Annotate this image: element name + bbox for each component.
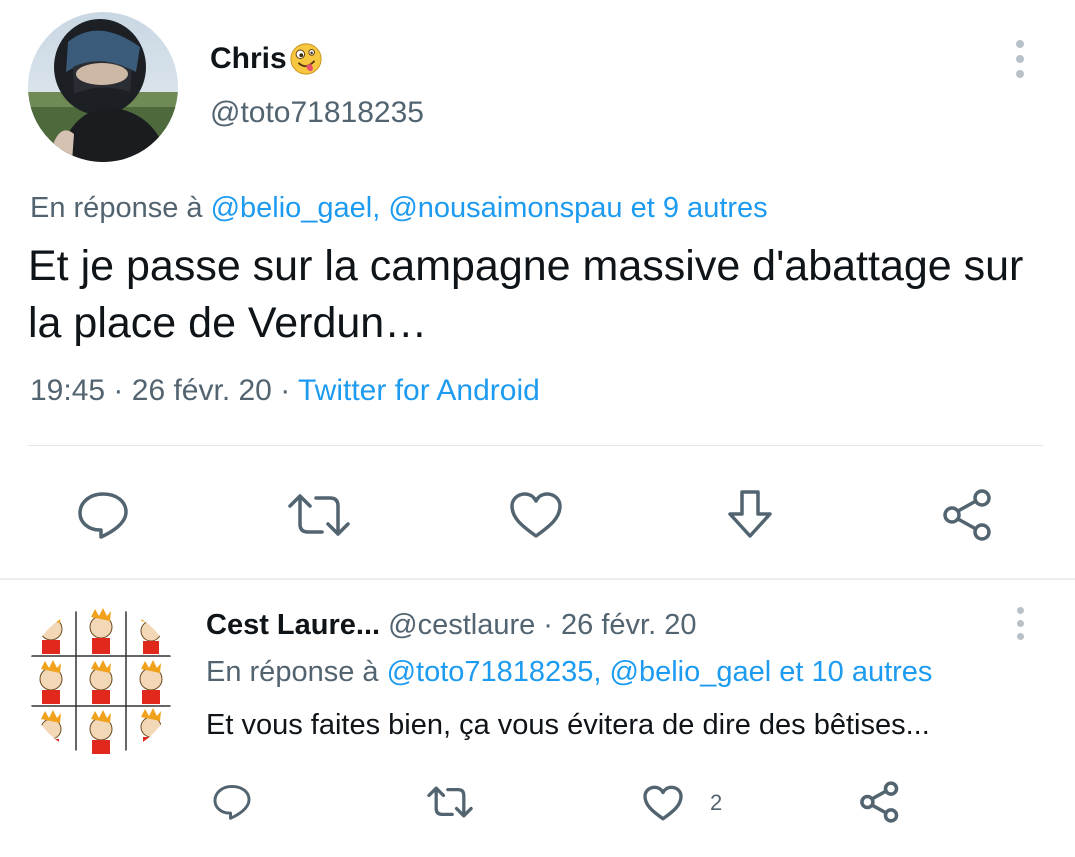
reply-header: Cest Laure... @cestlaure · 26 févr. 20 (206, 609, 696, 642)
download-icon (728, 490, 772, 538)
like-icon (510, 492, 562, 538)
retweet-icon (288, 494, 350, 536)
reply-button[interactable] (212, 783, 252, 821)
avatar-photo (28, 12, 178, 162)
retweet-button[interactable] (426, 785, 474, 819)
reply-user-handle[interactable]: @cestlaure (388, 609, 535, 641)
tweet-time[interactable]: 19:45 (30, 374, 105, 407)
download-button[interactable] (724, 488, 776, 542)
reply-context-joiner: et (622, 192, 663, 224)
reply-date[interactable]: 26 févr. 20 (561, 609, 696, 641)
reply-context-prefix: En réponse à (30, 192, 211, 224)
share-icon (860, 781, 899, 823)
tweet-date[interactable]: 26 févr. 20 (132, 374, 272, 407)
meta-separator: · (535, 609, 562, 641)
reply-context-joiner: et (771, 656, 812, 688)
avatar[interactable] (28, 12, 178, 162)
tweet-meta: 19:45 · 26 févr. 20 · Twitter for Androi… (30, 374, 540, 408)
reply-icon (78, 492, 128, 539)
tweet-source-link[interactable]: Twitter for Android (298, 374, 540, 407)
reply-context-others-link[interactable]: 10 autres (812, 656, 933, 688)
more-options-icon[interactable] (1013, 40, 1027, 78)
tweet-separator (0, 578, 1075, 580)
reply-context-users-link[interactable]: @toto71818235, @belio_gael (387, 656, 772, 688)
share-button[interactable] (940, 488, 996, 542)
reply-tweet-text: Et vous faites bien, ça vous évitera de … (206, 709, 930, 741)
reply-context-users-link[interactable]: @belio_gael, @nousaimonspau (211, 192, 623, 224)
display-name-text: Chris (210, 42, 287, 75)
meta-separator: · (280, 374, 291, 407)
avatar-comic-grid (27, 607, 175, 755)
like-button[interactable] (508, 490, 564, 540)
reply-avatar[interactable] (27, 607, 175, 755)
retweet-icon (427, 786, 473, 818)
like-button[interactable] (642, 784, 684, 822)
reply-icon (213, 784, 251, 820)
tweet-text: Et je passe sur la campagne massive d'ab… (28, 242, 1024, 347)
main-tweet: Chris @toto71818235 En réponse à @belio_… (0, 0, 1075, 580)
like-count: 2 (710, 790, 723, 815)
share-icon (943, 489, 991, 541)
share-button[interactable] (858, 780, 902, 824)
more-options-icon[interactable] (1013, 607, 1027, 640)
divider (28, 445, 1043, 446)
meta-separator: · (113, 374, 124, 407)
reply-context: En réponse à @belio_gael, @nousaimonspau… (30, 192, 768, 225)
reply-context-others-link[interactable]: 9 autres (663, 192, 768, 224)
reply-context: En réponse à @toto71818235, @belio_gael … (206, 656, 932, 689)
zany-face-emoji-icon (290, 43, 322, 75)
reply-button[interactable] (76, 490, 130, 540)
user-handle[interactable]: @toto71818235 (210, 96, 424, 130)
retweet-button[interactable] (286, 492, 352, 538)
reply-display-name[interactable]: Cest Laure... (206, 609, 380, 641)
like-icon (643, 785, 683, 821)
display-name[interactable]: Chris (210, 42, 323, 76)
reply-context-prefix: En réponse à (206, 656, 387, 688)
